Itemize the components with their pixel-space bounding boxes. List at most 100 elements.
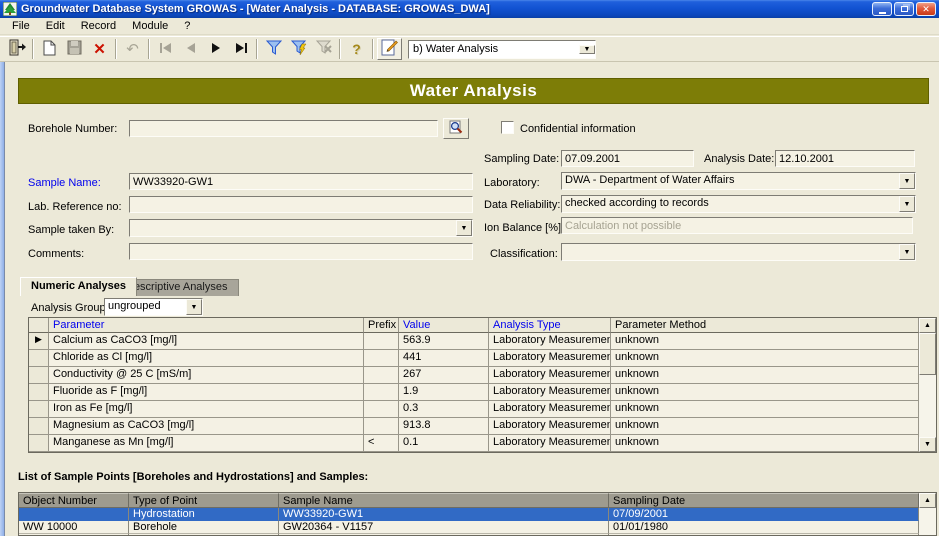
help-button[interactable]: ?	[344, 38, 369, 60]
new-record-button[interactable]	[37, 38, 62, 60]
cell-parameter: Manganese as Mn [mg/l]	[49, 435, 364, 452]
cell-prefix: <	[364, 435, 399, 452]
column-header-value[interactable]: Value	[399, 318, 489, 333]
chevron-down-icon[interactable]: ▼	[899, 244, 915, 260]
column-header-sampling-date[interactable]: Sampling Date	[609, 493, 919, 508]
cell-value: 563.9	[399, 333, 489, 350]
first-record-button[interactable]	[153, 38, 178, 60]
lab-reference-input[interactable]	[129, 196, 473, 213]
cell-type-of-point: Hydrostation	[129, 508, 279, 521]
table-row[interactable]: Iron as Fe [mg/l] 0.3 Laboratory Measure…	[29, 401, 919, 418]
scroll-up-button[interactable]: ▲	[919, 318, 936, 333]
table-row[interactable]: Conductivity @ 25 C [mS/m] 267 Laborator…	[29, 367, 919, 384]
save-button[interactable]	[62, 38, 87, 60]
confidential-label: Confidential information	[520, 123, 636, 135]
vertical-scrollbar[interactable]: ▼	[919, 333, 936, 452]
cell-sample-name: GW20364 - V1157	[279, 521, 609, 534]
cell-value: 0.3	[399, 401, 489, 418]
last-record-button[interactable]	[228, 38, 253, 60]
column-header-object-number[interactable]: Object Number	[19, 493, 129, 508]
cell-prefix	[364, 384, 399, 401]
cell-value: 1.9	[399, 384, 489, 401]
comments-label: Comments:	[28, 248, 84, 260]
borehole-search-button[interactable]	[443, 118, 469, 139]
module-select[interactable]: b) Water Analysis ▼	[408, 40, 596, 59]
cell-value: 0.1	[399, 435, 489, 452]
menu-edit[interactable]: Edit	[38, 19, 73, 33]
chevron-down-icon[interactable]: ▼	[579, 45, 595, 54]
minimize-button[interactable]	[872, 2, 892, 16]
menu-help[interactable]: ?	[176, 19, 198, 33]
sample-taken-by-select[interactable]: ▼	[129, 219, 473, 237]
row-marker	[29, 367, 49, 384]
scrollbar-track[interactable]	[919, 508, 936, 536]
sampling-date-input[interactable]	[561, 150, 694, 167]
data-reliability-select[interactable]: checked according to records ▼	[561, 195, 916, 213]
next-record-button[interactable]	[203, 38, 228, 60]
list-item[interactable]: WW 10000 Borehole GW20364 - V1157 01/01/…	[19, 521, 919, 534]
delete-record-button[interactable]: ✕	[87, 38, 112, 60]
cell-prefix	[364, 333, 399, 350]
delete-x-icon: ✕	[93, 42, 106, 57]
edit-mode-button[interactable]	[377, 38, 402, 60]
scroll-up-button[interactable]: ▲	[919, 493, 936, 508]
chevron-down-icon[interactable]: ▼	[899, 173, 915, 189]
filter-by-selection-button[interactable]	[286, 38, 311, 60]
undo-button[interactable]: ↶	[120, 38, 145, 60]
chevron-down-icon[interactable]: ▼	[456, 220, 472, 236]
column-header-prefix[interactable]: Prefix	[364, 318, 399, 333]
sample-taken-by-value	[130, 220, 456, 236]
column-header-type-of-point[interactable]: Type of Point	[129, 493, 279, 508]
scrollbar-thumb[interactable]	[919, 333, 936, 375]
laboratory-select[interactable]: DWA - Department of Water Affairs ▼	[561, 172, 916, 190]
menu-file[interactable]: File	[4, 19, 38, 33]
scroll-down-button[interactable]: ▼	[919, 437, 936, 452]
close-button[interactable]: ✕	[916, 2, 936, 16]
column-header-parameter-method[interactable]: Parameter Method	[611, 318, 919, 333]
menu-module[interactable]: Module	[124, 19, 176, 33]
tab-numeric-analyses[interactable]: Numeric Analyses	[20, 277, 137, 296]
undo-arrow-icon: ↶	[126, 42, 139, 57]
sample-name-input[interactable]	[129, 173, 473, 190]
table-row[interactable]: ▶ Calcium as CaCO3 [mg/l] 563.9 Laborato…	[29, 333, 919, 350]
column-header-analysis-type[interactable]: Analysis Type	[489, 318, 611, 333]
table-row[interactable]: Magnesium as CaCO3 [mg/l] 913.8 Laborato…	[29, 418, 919, 435]
list-item[interactable]: Hydrostation WW33920-GW1 07/09/2001	[19, 508, 919, 521]
cell-value: 267	[399, 367, 489, 384]
vertical-scrollbar[interactable]	[919, 508, 936, 536]
restore-button[interactable]	[894, 2, 914, 16]
menu-record[interactable]: Record	[73, 19, 124, 33]
window-title: Groundwater Database System GROWAS - [Wa…	[21, 3, 868, 15]
data-reliability-value: checked according to records	[562, 196, 899, 212]
grid-corner-cell	[29, 318, 49, 333]
cell-analysis-type: Laboratory Measurement	[489, 367, 611, 384]
cell-sampling-date: 01/01/1980	[609, 521, 919, 534]
filter-button[interactable]	[261, 38, 286, 60]
exit-button[interactable]	[4, 38, 29, 60]
chevron-down-icon[interactable]: ▼	[899, 196, 915, 212]
table-row[interactable]: Manganese as Mn [mg/l] < 0.1 Laboratory …	[29, 435, 919, 452]
cell-parameter: Chloride as Cl [mg/l]	[49, 350, 364, 367]
cell-analysis-type: Laboratory Measurement	[489, 350, 611, 367]
previous-record-button[interactable]	[178, 38, 203, 60]
comments-input[interactable]	[129, 243, 473, 260]
row-marker	[29, 401, 49, 418]
table-row[interactable]: Chloride as Cl [mg/l] 441 Laboratory Mea…	[29, 350, 919, 367]
scrollbar-track[interactable]	[919, 333, 936, 437]
menu-bar: File Edit Record Module ?	[0, 18, 939, 35]
analysis-date-input[interactable]	[775, 150, 915, 167]
cell-parameter-method: unknown	[611, 333, 919, 350]
borehole-number-label: Borehole Number:	[28, 123, 117, 135]
question-mark-icon: ?	[352, 41, 361, 57]
toolbar-separator	[148, 39, 150, 59]
chevron-down-icon[interactable]: ▼	[186, 299, 202, 315]
confidential-checkbox[interactable]	[501, 121, 514, 134]
analysis-group-select[interactable]: ungrouped ▼	[104, 298, 203, 316]
remove-filter-button[interactable]	[311, 38, 336, 60]
grid-header-row: Parameter Prefix Value Analysis Type Par…	[29, 318, 936, 333]
table-row[interactable]: Fluoride as F [mg/l] 1.9 Laboratory Meas…	[29, 384, 919, 401]
column-header-sample-name[interactable]: Sample Name	[279, 493, 609, 508]
classification-select[interactable]: ▼	[561, 243, 916, 261]
borehole-number-input[interactable]	[129, 120, 438, 137]
column-header-parameter[interactable]: Parameter	[49, 318, 364, 333]
